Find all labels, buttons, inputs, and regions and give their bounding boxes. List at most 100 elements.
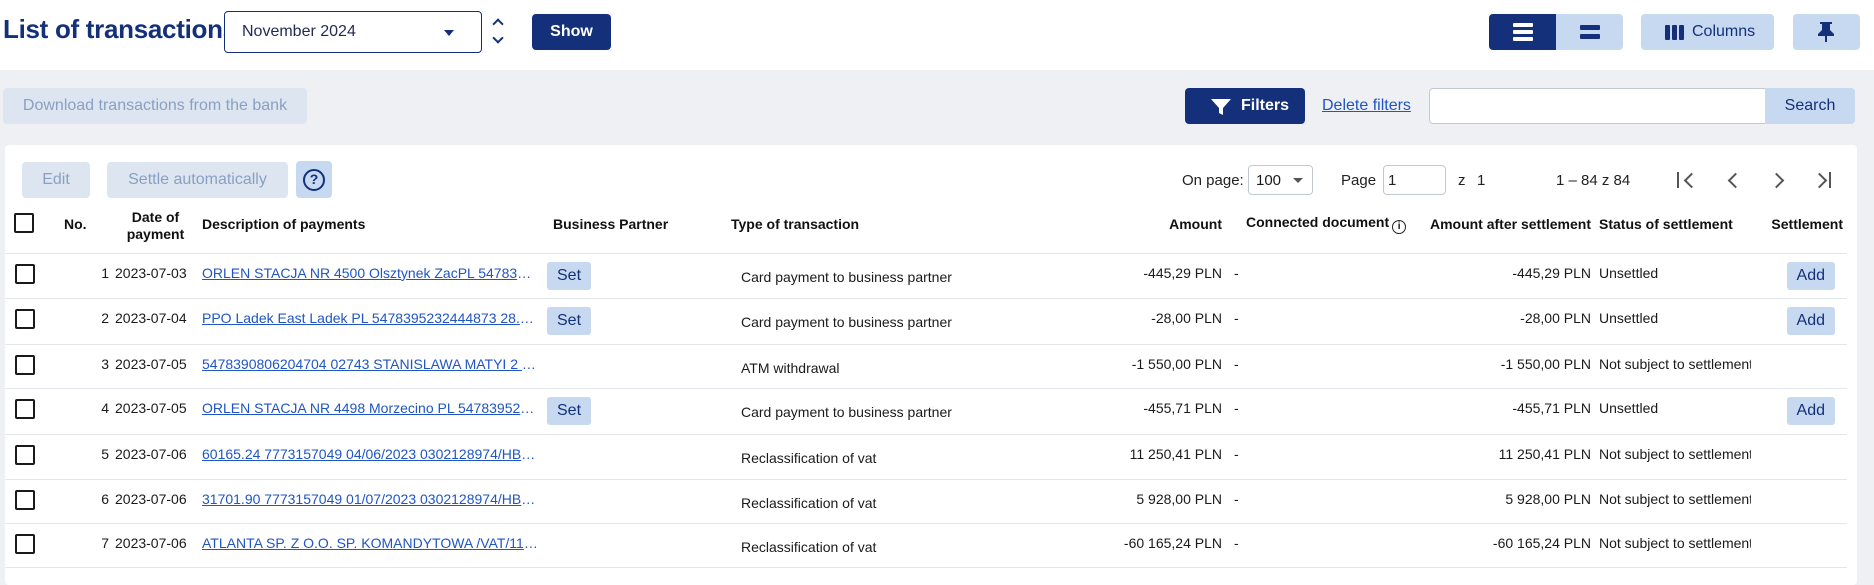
row-status: Unsettled — [1599, 264, 1659, 281]
set-partner-button[interactable]: Set — [547, 261, 592, 290]
row-status: Not subject to settlement — [1599, 445, 1751, 462]
row-description-link[interactable]: 60165.24 7773157049 04/06/2023 030212897… — [202, 435, 538, 462]
download-transactions-button[interactable]: Download transactions from the bank — [3, 88, 307, 124]
table-row[interactable]: 4 2023-07-05 ORLEN STACJA NR 4498 Morzecin… — [5, 388, 1847, 435]
table-row[interactable]: 2 2023-07-04 PPO Ladek East Ladek PL 54783… — [5, 298, 1847, 345]
col-date[interactable]: Date of payment — [115, 196, 196, 254]
compact-view-icon — [1580, 25, 1600, 43]
next-page-button[interactable] — [1766, 167, 1792, 193]
row-number-cell: 3 — [64, 344, 115, 389]
edit-button[interactable]: Edit — [22, 162, 90, 198]
last-page-button[interactable] — [1811, 167, 1837, 193]
row-partner-cell: Set — [544, 298, 722, 345]
col-connected[interactable]: Connected document i — [1228, 196, 1424, 254]
first-page-button[interactable] — [1675, 167, 1701, 193]
columns-button[interactable]: Columns — [1641, 14, 1774, 50]
row-description-link[interactable]: ATLANTA SP. Z O.O. SP. KOMANDYTOWA /VAT/… — [202, 524, 538, 551]
row-settlement-cell — [1751, 344, 1847, 389]
show-button[interactable]: Show — [532, 14, 611, 50]
row-description-link[interactable]: ORLEN STACJA NR 4500 Olsztynek ZacPL 547… — [202, 254, 538, 281]
pin-icon — [1818, 22, 1834, 42]
row-connected-cell: - — [1228, 253, 1424, 299]
row-checkbox[interactable] — [15, 489, 35, 510]
row-checkbox[interactable] — [15, 444, 35, 465]
row-description-cell: ATLANTA SP. Z O.O. SP. KOMANDYTOWA /VAT/… — [196, 523, 544, 568]
col-status[interactable]: Status of settlement — [1594, 196, 1751, 254]
row-description-link[interactable]: 5478390806204704 02743 STANISLAWA MATYI … — [202, 345, 538, 372]
row-checkbox[interactable] — [15, 354, 35, 375]
compact-view-button[interactable] — [1556, 14, 1623, 50]
previous-page-button[interactable] — [1721, 167, 1747, 193]
pin-button[interactable] — [1793, 14, 1860, 50]
row-description-cell: 5478390806204704 02743 STANISLAWA MATYI … — [196, 344, 544, 389]
table-row[interactable]: 7 2023-07-06 ATLANTA SP. Z O.O. SP. KOMAND… — [5, 523, 1847, 568]
row-status-cell: Not subject to settlement — [1594, 344, 1751, 389]
row-settlement-cell — [1751, 434, 1847, 480]
info-icon[interactable]: i — [1392, 220, 1407, 235]
row-checkbox[interactable] — [15, 263, 35, 284]
spacer-cell — [39, 523, 64, 568]
on-page-label: On page: — [1182, 172, 1244, 189]
col-amount-after[interactable]: Amount after settlement — [1424, 196, 1594, 254]
row-type: Card payment to business partner — [741, 403, 952, 420]
row-description-link[interactable]: PPO Ladek East Ladek PL 5478395232444873… — [202, 299, 538, 326]
row-type-cell: Card payment to business partner — [722, 388, 979, 435]
row-amount-cell: -1 550,00 PLN — [979, 344, 1228, 389]
chevron-left-icon — [1727, 172, 1744, 189]
row-status-cell: Not subject to settlement — [1594, 523, 1751, 568]
row-date-cell: 2023-07-06 — [115, 434, 196, 480]
table-row[interactable]: 6 2023-07-06 31701.90 7773157049 01/07/202… — [5, 479, 1847, 524]
set-partner-button[interactable]: Set — [547, 306, 592, 335]
row-amount-cell: 5 928,00 PLN — [979, 479, 1228, 524]
row-select-cell — [5, 344, 39, 389]
row-connected-cell: - — [1228, 298, 1424, 345]
add-settlement-button[interactable]: Add — [1786, 396, 1835, 425]
col-amount[interactable]: Amount — [979, 196, 1228, 254]
month-select[interactable]: November 2024 — [224, 11, 482, 53]
row-connected: - — [1234, 309, 1239, 326]
row-select-cell — [5, 434, 39, 480]
page-number-input[interactable] — [1383, 165, 1446, 195]
row-checkbox[interactable] — [15, 398, 35, 419]
select-all-checkbox[interactable] — [14, 212, 34, 233]
row-description-link[interactable]: ORLEN STACJA NR 4498 Morzecino PL 547839… — [202, 389, 538, 416]
search-input[interactable] — [1429, 88, 1766, 124]
filters-button[interactable]: Filters — [1185, 88, 1305, 124]
month-stepper[interactable] — [492, 14, 506, 50]
per-page-select[interactable]: 100 — [1248, 165, 1313, 195]
page-of-label: z — [1458, 172, 1466, 189]
settle-automatically-button[interactable]: Settle automatically — [107, 162, 288, 198]
search-button[interactable]: Search — [1765, 88, 1855, 124]
row-status-cell: Not subject to settlement — [1594, 434, 1751, 480]
table-row[interactable]: 3 2023-07-05 5478390806204704 02743 STANIS… — [5, 344, 1847, 389]
add-settlement-button[interactable]: Add — [1786, 261, 1835, 290]
row-status-cell: Unsettled — [1594, 298, 1751, 345]
table-row[interactable]: 5 2023-07-06 60165.24 7773157049 04/06/202… — [5, 434, 1847, 480]
row-description-link[interactable]: 31701.90 7773157049 01/07/2023 030212897… — [202, 480, 538, 507]
row-checkbox[interactable] — [15, 308, 35, 329]
help-button[interactable]: ? — [296, 161, 332, 198]
row-type: Reclassification of vat — [741, 449, 877, 466]
col-description[interactable]: Description of payments — [196, 196, 544, 254]
row-amount-cell: 11 250,41 PLN — [979, 434, 1228, 480]
row-connected-cell: - — [1228, 479, 1424, 524]
row-date: 2023-07-06 — [115, 534, 187, 551]
table-row[interactable]: 1 2023-07-03 ORLEN STACJA NR 4500 Olsztyne… — [5, 253, 1847, 299]
row-partner-cell — [544, 434, 722, 480]
col-type[interactable]: Type of transaction — [722, 196, 979, 254]
row-status-cell: Unsettled — [1594, 388, 1751, 435]
add-settlement-button[interactable]: Add — [1786, 306, 1835, 335]
row-type: Reclassification of vat — [741, 494, 877, 511]
row-checkbox[interactable] — [15, 533, 35, 554]
row-date: 2023-07-05 — [115, 399, 187, 416]
list-view-button[interactable] — [1489, 14, 1556, 50]
col-partner[interactable]: Business Partner — [544, 196, 722, 254]
row-type: Card payment to business partner — [741, 313, 952, 330]
row-number-cell: 5 — [64, 434, 115, 480]
set-partner-button[interactable]: Set — [547, 396, 592, 425]
chevron-up-icon[interactable] — [492, 18, 504, 30]
row-connected-cell: - — [1228, 344, 1424, 389]
row-amount: 11 250,41 PLN — [1129, 445, 1222, 462]
delete-filters-link[interactable]: Delete filters — [1322, 97, 1411, 115]
chevron-down-icon[interactable] — [492, 32, 504, 44]
